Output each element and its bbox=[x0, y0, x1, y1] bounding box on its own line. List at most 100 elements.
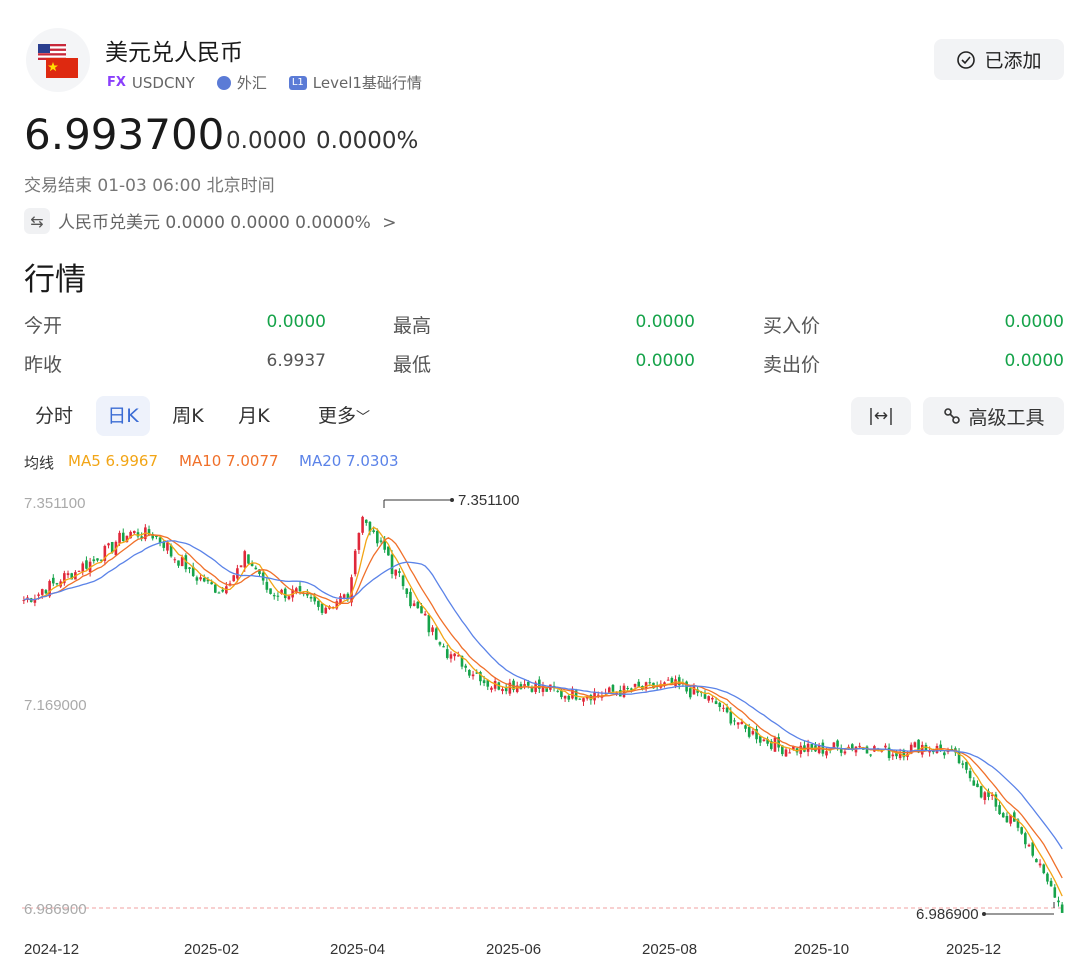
globe-icon bbox=[216, 75, 231, 90]
candle-body bbox=[81, 563, 85, 573]
annotations: 7.351100 6.986900 bbox=[383, 492, 1055, 923]
candle-body bbox=[714, 701, 718, 704]
candle-body bbox=[972, 780, 976, 786]
candle-body bbox=[747, 727, 751, 737]
candle-body bbox=[445, 649, 449, 658]
candle-body bbox=[703, 694, 707, 699]
tab-monthly-k[interactable]: 月K bbox=[226, 396, 282, 436]
candle-body bbox=[155, 535, 158, 538]
candle-body bbox=[884, 745, 887, 748]
chevron-right-icon: > bbox=[382, 213, 397, 233]
ma10-line bbox=[23, 534, 1063, 879]
price-change-percent: 0.0000% bbox=[316, 128, 419, 154]
prev-close-label: 昨收 bbox=[24, 354, 63, 376]
candle-body bbox=[1042, 864, 1046, 874]
candle-body bbox=[202, 578, 206, 582]
candle-body bbox=[722, 707, 725, 709]
candle-body bbox=[482, 680, 486, 684]
reverse-pair-text: 人民币兑美元 0.0000 0.0000 0.0000% bbox=[58, 213, 371, 233]
candle-body bbox=[725, 707, 729, 713]
candle-body bbox=[692, 686, 696, 695]
tab-intraday[interactable]: 分时 bbox=[24, 396, 84, 436]
candle-body bbox=[420, 606, 423, 614]
ask-label: 卖出价 bbox=[763, 354, 821, 376]
tab-more[interactable]: 更多﹀ bbox=[304, 396, 384, 436]
x-tick-label: 2025-12 bbox=[946, 941, 1001, 958]
tab-daily-k[interactable]: 日K bbox=[96, 396, 150, 436]
swap-icon[interactable]: ⇆ bbox=[24, 208, 50, 234]
candle-body bbox=[92, 559, 96, 562]
candle-body bbox=[869, 754, 872, 756]
x-tick-label: 2025-02 bbox=[184, 941, 239, 958]
symbol-code: USDCNY bbox=[131, 73, 195, 92]
x-axis-labels: 2024-12 2025-02 2025-04 2025-06 2025-08 2025-… bbox=[24, 941, 1001, 958]
candle-body bbox=[449, 654, 453, 659]
candle-body bbox=[711, 697, 714, 700]
candle-body bbox=[357, 532, 361, 550]
candle-body bbox=[976, 783, 979, 788]
tools-icon bbox=[944, 408, 961, 424]
candle-body bbox=[214, 584, 217, 593]
candle-body bbox=[434, 628, 438, 640]
bid-value: 0.0000 bbox=[1004, 312, 1064, 332]
fit-width-button[interactable]: |↔| bbox=[851, 397, 911, 435]
candle-body bbox=[556, 690, 560, 692]
low-leader-dot bbox=[982, 912, 986, 916]
high-leader-dot bbox=[450, 498, 454, 502]
candle-body bbox=[578, 698, 582, 700]
chevron-down-icon: ﹀ bbox=[356, 410, 370, 426]
ma20-value: MA20 7.0303 bbox=[299, 452, 399, 470]
candle-body bbox=[276, 595, 280, 597]
candle-body bbox=[784, 749, 788, 757]
candle-body bbox=[471, 674, 475, 677]
candle-body bbox=[77, 570, 81, 572]
ma10-value: MA10 7.0077 bbox=[179, 452, 279, 470]
candle-body bbox=[166, 542, 169, 551]
candle-body bbox=[998, 805, 1001, 815]
added-watchlist-button[interactable]: 已添加 bbox=[934, 39, 1064, 80]
candle-body bbox=[858, 745, 861, 747]
candle-body bbox=[729, 711, 733, 724]
candle-body bbox=[836, 740, 839, 747]
candle-body bbox=[51, 577, 55, 584]
candle-body bbox=[272, 595, 276, 597]
bid-label: 买入价 bbox=[763, 315, 821, 337]
candle-body bbox=[405, 588, 409, 594]
candle-body bbox=[1057, 900, 1060, 903]
x-tick-label: 2024-12 bbox=[24, 941, 79, 958]
candle-body bbox=[607, 687, 611, 693]
candle-body bbox=[1020, 827, 1023, 834]
candle-body bbox=[563, 695, 567, 699]
candle-body bbox=[626, 688, 629, 690]
trading-status: 交易结束 01-03 06:00 北京时间 bbox=[24, 176, 275, 196]
candle-body bbox=[44, 590, 48, 594]
candle-body bbox=[247, 554, 250, 564]
candle-body bbox=[501, 689, 504, 692]
tab-weekly-k[interactable]: 周K bbox=[160, 396, 216, 436]
reverse-pair-link[interactable]: 人民币兑美元 0.0000 0.0000 0.0000% > bbox=[58, 208, 396, 233]
candle-body bbox=[298, 586, 302, 592]
candle-body bbox=[372, 530, 375, 532]
candle-body bbox=[825, 751, 828, 756]
candle-body bbox=[707, 696, 710, 701]
candle-body bbox=[217, 592, 221, 594]
candle-body bbox=[416, 601, 420, 609]
candle-body bbox=[199, 577, 202, 580]
candle-body bbox=[1001, 813, 1005, 818]
level1-badge: L1 bbox=[288, 75, 307, 90]
candlestick-chart[interactable]: 7.3511007.1690006.986900 2024-12 2025-02 2… bbox=[0, 480, 1080, 964]
candle-body bbox=[254, 567, 258, 570]
candle-body bbox=[788, 752, 791, 754]
candle-body bbox=[177, 560, 180, 566]
candle-body bbox=[390, 554, 394, 575]
candles bbox=[22, 515, 1064, 913]
candle-body bbox=[1038, 863, 1042, 866]
candle-body bbox=[1035, 859, 1038, 863]
candle-body bbox=[943, 752, 946, 756]
check-circle-icon bbox=[957, 50, 976, 69]
advanced-tools-button[interactable]: 高级工具 bbox=[923, 397, 1064, 435]
candle-body bbox=[398, 571, 401, 573]
candle-body bbox=[648, 682, 652, 684]
candle-body bbox=[427, 615, 431, 633]
candle-body bbox=[394, 569, 398, 576]
